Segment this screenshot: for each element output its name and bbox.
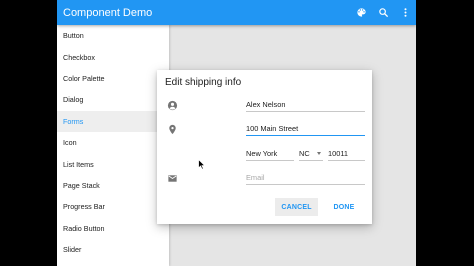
sidebar-item-list-items[interactable]: List Items (57, 153, 169, 174)
city-field[interactable]: New York (246, 147, 294, 161)
state-select[interactable]: NC (299, 147, 323, 161)
sidebar-item-label: Color Palette (63, 73, 105, 83)
zip-value: 10011 (328, 149, 349, 158)
sidebar-item-label: Icon (63, 138, 77, 148)
app-bar: Component Demo (57, 0, 416, 25)
cancel-button[interactable]: CANCEL (275, 198, 318, 216)
mouse-cursor-icon (198, 159, 206, 170)
search-icon (378, 8, 388, 18)
sidebar-item-icon[interactable]: Icon (57, 132, 169, 153)
sidebar-item-slider[interactable]: Slider (57, 239, 169, 260)
location-pin-icon (167, 124, 178, 135)
dialog-title: Edit shipping info (165, 77, 242, 88)
done-button-label: DONE (333, 203, 355, 211)
email-field[interactable]: Email (246, 171, 365, 185)
address-value: 100 Main Street (246, 124, 299, 133)
sidebar-item-label: Page Stack (63, 180, 100, 190)
zip-field[interactable]: 10011 (328, 147, 365, 161)
email-placeholder: Email (246, 173, 265, 182)
search-button[interactable] (372, 0, 394, 25)
account-circle-icon (167, 100, 178, 111)
palette-icon (356, 8, 366, 17)
app-bar-actions (350, 0, 416, 25)
sidebar-item-label: Radio Button (63, 223, 105, 233)
sidebar-item-label: List Items (63, 159, 94, 169)
sidebar-item-label: Button (63, 31, 84, 41)
more-options-button[interactable] (394, 0, 416, 25)
sidebar-item-checkbox[interactable]: Checkbox (57, 46, 169, 67)
more-vert-icon (403, 8, 407, 17)
shipping-dialog: Edit shipping info Alex Nelson 100 Main … (157, 70, 372, 224)
city-value: New York (246, 149, 278, 158)
chevron-down-icon (317, 152, 321, 155)
name-field[interactable]: Alex Nelson (246, 98, 365, 112)
sidebar-item-label: Progress Bar (63, 202, 105, 212)
email-icon (167, 173, 178, 184)
sidebar-item-label: Checkbox (63, 52, 95, 62)
done-button[interactable]: DONE (324, 198, 364, 216)
name-value: Alex Nelson (246, 100, 286, 109)
cancel-button-label: CANCEL (281, 203, 312, 211)
sidebar-item-label: Slider (63, 245, 82, 255)
sidebar-item-progress-bar[interactable]: Progress Bar (57, 196, 169, 217)
palette-button[interactable] (350, 0, 372, 25)
sidebar-nav: Button Checkbox Color Palette Dialog For… (57, 25, 169, 266)
state-value: NC (299, 149, 310, 158)
sidebar-item-label: Dialog (63, 95, 84, 105)
sidebar-item-radio-button[interactable]: Radio Button (57, 218, 169, 239)
sidebar-item-dialog[interactable]: Dialog (57, 89, 169, 110)
sidebar-item-color-palette[interactable]: Color Palette (57, 68, 169, 89)
address-field[interactable]: 100 Main Street (246, 122, 365, 136)
app-title: Component Demo (63, 6, 153, 19)
sidebar-item-forms[interactable]: Forms (57, 110, 169, 132)
sidebar-item-button[interactable]: Button (57, 25, 169, 46)
sidebar-item-label: Forms (63, 116, 84, 126)
sidebar-item-page-stack[interactable]: Page Stack (57, 175, 169, 196)
